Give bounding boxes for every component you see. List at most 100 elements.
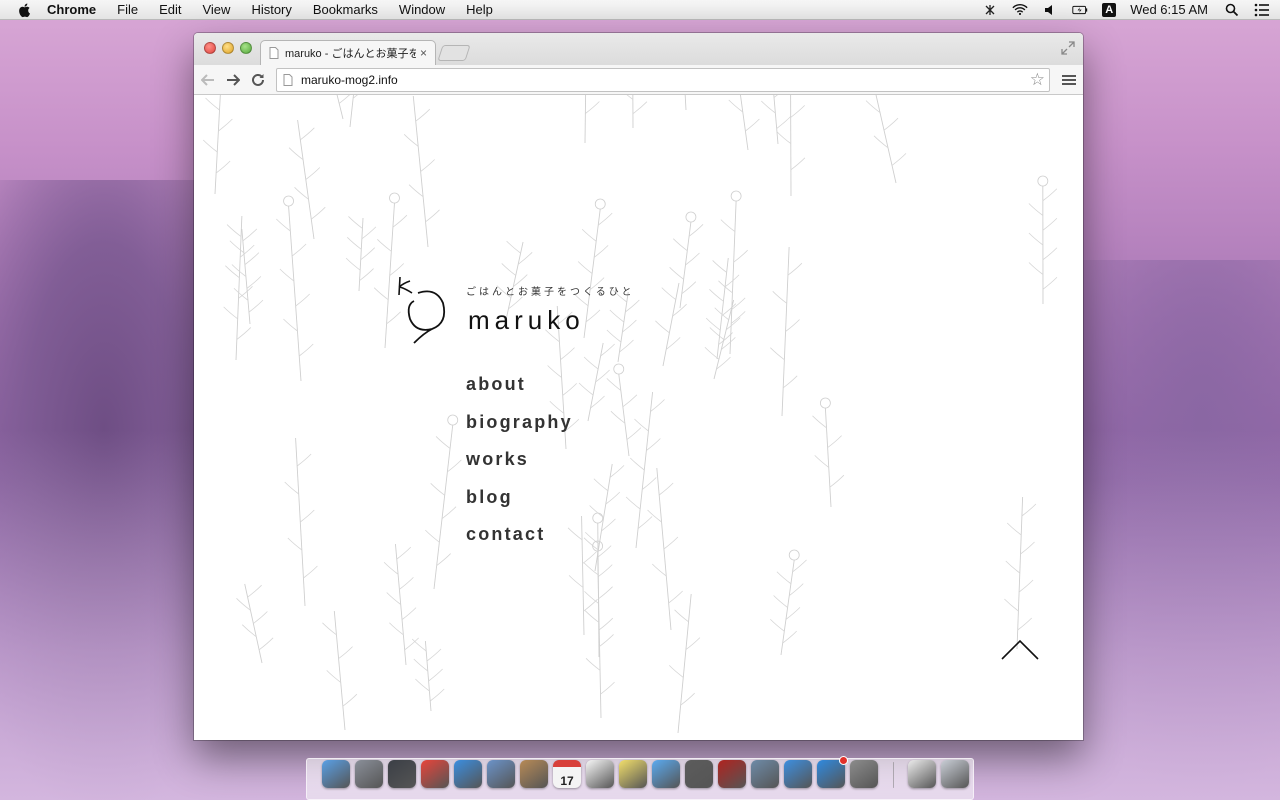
botanical-sprig — [704, 297, 746, 380]
botanical-sprig — [770, 246, 803, 417]
nav-about[interactable]: about — [466, 373, 573, 411]
chrome-icon[interactable] — [421, 760, 449, 788]
contacts-icon[interactable] — [520, 760, 548, 788]
botanical-sprig — [585, 463, 625, 572]
menu-bar: Chrome File Edit View History Bookmarks … — [0, 0, 1280, 20]
reminders-icon[interactable] — [586, 760, 614, 788]
new-tab-button[interactable] — [437, 45, 471, 61]
botanical-background — [202, 95, 1058, 734]
botanical-sprig — [383, 543, 419, 666]
botanical-sprig — [403, 95, 440, 248]
menu-app-name[interactable]: Chrome — [47, 2, 96, 17]
zoom-window-button[interactable] — [240, 42, 252, 54]
botanical-sprig — [236, 583, 274, 664]
notification-badge — [839, 756, 848, 765]
botanical-sprig — [288, 119, 326, 240]
apple-menu-icon[interactable] — [17, 2, 33, 18]
site-nav: about biography works blog contact — [466, 373, 573, 561]
browser-tab[interactable]: maruko - ごはんとお菓子を × — [260, 40, 436, 65]
document-icon[interactable] — [908, 760, 936, 788]
menu-file[interactable]: File — [117, 2, 138, 17]
itunes-icon[interactable] — [784, 760, 812, 788]
nav-blog[interactable]: blog — [466, 486, 573, 524]
safari-icon[interactable] — [454, 760, 482, 788]
close-window-button[interactable] — [204, 42, 216, 54]
bluetooth-icon[interactable] — [982, 3, 998, 17]
system-preferences-icon[interactable] — [850, 760, 878, 788]
notification-center-icon[interactable] — [1254, 3, 1270, 17]
botanical-sprig — [626, 95, 648, 129]
iphoto-icon[interactable] — [751, 760, 779, 788]
botanical-sprig — [425, 414, 462, 590]
botanical-sprig — [812, 397, 845, 508]
page-icon — [283, 74, 293, 86]
back-button[interactable] — [197, 69, 219, 91]
fullscreen-icon[interactable] — [1061, 41, 1075, 55]
botanical-sprig — [411, 638, 445, 712]
botanical-sprig — [584, 95, 600, 144]
reload-button[interactable] — [247, 69, 269, 91]
botanical-sprig — [770, 549, 807, 656]
botanical-sprig — [336, 95, 350, 120]
input-source-icon[interactable]: A — [1102, 2, 1117, 17]
botanical-sprig — [345, 216, 377, 292]
bookmark-star-icon[interactable]: ☆ — [1030, 70, 1045, 90]
web-page: ごはんとお菓子をつくるひと maruko about biography wor… — [194, 95, 1083, 740]
botanical-sprig — [606, 363, 642, 457]
botanical-sprig — [202, 95, 233, 195]
minimize-window-button[interactable] — [222, 42, 234, 54]
chrome-window: maruko - ごはんとお菓子を × maruko-mog2.info ☆ ご… — [194, 33, 1083, 740]
chrome-menu-icon[interactable] — [1061, 72, 1077, 88]
site-brand[interactable]: maruko — [468, 305, 585, 336]
menubar-clock[interactable]: Wed 6:15 AM — [1130, 2, 1208, 17]
botanical-sprig — [322, 610, 358, 731]
tab-close-button[interactable]: × — [420, 46, 427, 60]
menu-history[interactable]: History — [251, 2, 291, 17]
nav-works[interactable]: works — [466, 448, 573, 486]
messages-icon[interactable] — [652, 760, 680, 788]
volume-icon[interactable] — [1042, 3, 1058, 17]
botanical-sprig — [223, 215, 255, 361]
botanical-sprig — [349, 95, 358, 128]
launchpad-icon[interactable] — [355, 760, 383, 788]
menu-view[interactable]: View — [202, 2, 230, 17]
mission-control-icon[interactable] — [388, 760, 416, 788]
calendar-icon[interactable]: 17 — [553, 760, 581, 788]
dock-separator — [893, 762, 894, 788]
forward-button[interactable] — [222, 69, 244, 91]
url-text[interactable]: maruko-mog2.info — [301, 73, 398, 87]
facetime-icon[interactable] — [685, 760, 713, 788]
address-bar[interactable]: maruko-mog2.info ☆ — [276, 68, 1050, 92]
botanical-sprig — [865, 95, 907, 184]
photo-booth-icon[interactable] — [718, 760, 746, 788]
dock-icons: 17 — [322, 756, 974, 792]
botanical-sprig — [606, 289, 640, 363]
app-store-icon[interactable] — [817, 756, 848, 788]
maruko-logo[interactable] — [394, 273, 450, 353]
botanical-sprig — [668, 593, 701, 734]
menu-window[interactable]: Window — [399, 2, 445, 17]
nav-contact[interactable]: contact — [466, 523, 573, 561]
finder-icon[interactable] — [322, 760, 350, 788]
menu-bookmarks[interactable]: Bookmarks — [313, 2, 378, 17]
trash-icon[interactable] — [941, 760, 969, 788]
wifi-icon[interactable] — [1012, 3, 1028, 17]
botanical-sprig — [1004, 496, 1037, 650]
botanical-sprig — [647, 467, 683, 631]
notes-icon[interactable] — [619, 760, 647, 788]
nav-biography[interactable]: biography — [466, 411, 573, 449]
botanical-sprig — [684, 95, 687, 111]
botanical-sprig — [578, 342, 615, 422]
battery-icon[interactable] — [1072, 3, 1088, 17]
botanical-sprig — [276, 195, 314, 382]
window-titlebar: maruko - ごはんとお菓子を × — [194, 33, 1083, 65]
back-to-top-icon[interactable] — [1000, 639, 1040, 661]
botanical-sprig — [761, 95, 791, 145]
spotlight-icon[interactable] — [1224, 3, 1240, 17]
menu-help[interactable]: Help — [466, 2, 493, 17]
menu-edit[interactable]: Edit — [159, 2, 181, 17]
site-tagline: ごはんとお菓子をつくるひと — [466, 287, 635, 298]
botanical-sprig — [284, 437, 318, 607]
botanical-sprig — [625, 391, 665, 549]
mail-icon[interactable] — [487, 760, 515, 788]
